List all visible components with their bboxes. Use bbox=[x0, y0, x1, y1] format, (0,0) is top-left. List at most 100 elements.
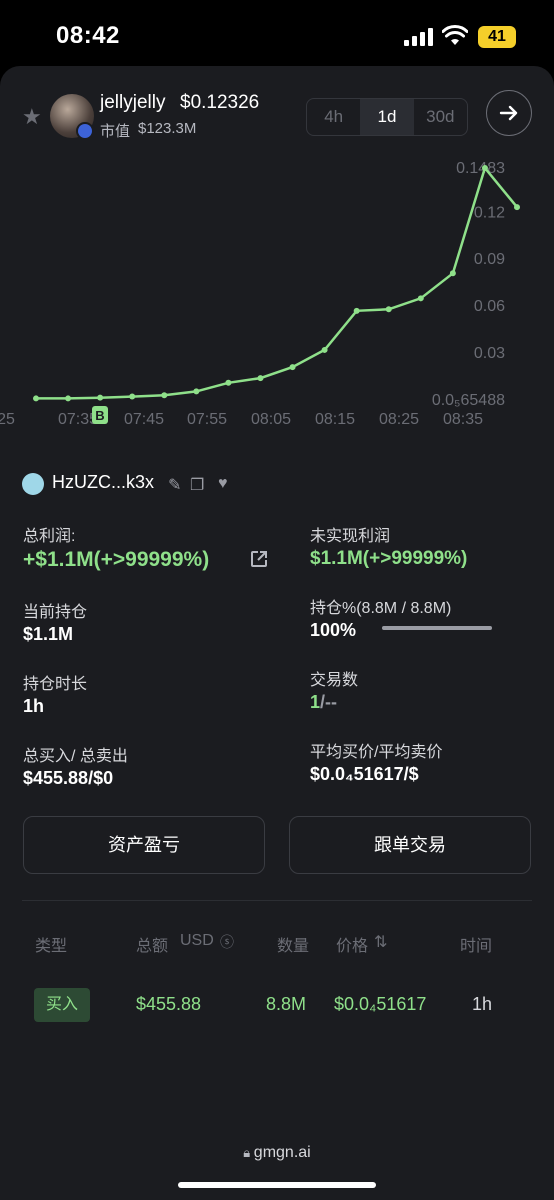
wallet-detail-card: ★ jellyjelly $0.12326 市值 $123.3M 4h 1d 3… bbox=[0, 66, 554, 1128]
y-tick-label: 0.12 bbox=[474, 204, 505, 221]
trade-total: $455.88 bbox=[136, 994, 202, 1014]
x-tick-label: 08:05 bbox=[251, 411, 291, 428]
price-point bbox=[385, 306, 392, 313]
price-point bbox=[33, 395, 39, 402]
svg-text:B: B bbox=[95, 408, 104, 423]
cellular-signal-icon bbox=[404, 28, 433, 46]
battery-level: 41 bbox=[488, 28, 506, 45]
heart-icon[interactable]: ♥ bbox=[218, 475, 228, 493]
status-bar: 08:42 41 bbox=[0, 0, 554, 64]
timeframe-selector: 4h 1d 30d bbox=[306, 98, 468, 136]
currency-switch-icon[interactable]: ⓢ bbox=[220, 932, 234, 952]
trade-time: 1h bbox=[472, 994, 493, 1014]
buy-sell-value: $455.88/$0 bbox=[23, 768, 114, 788]
x-tick-label: 08:35 bbox=[443, 411, 483, 428]
copy-icon[interactable]: ❐ bbox=[190, 475, 204, 495]
col-total: 总额 bbox=[136, 938, 169, 955]
col-usd-toggle[interactable]: USD bbox=[180, 932, 214, 950]
trades-sell-count: /-- bbox=[320, 692, 338, 712]
price-line bbox=[36, 165, 518, 400]
sort-icon[interactable]: ⇅ bbox=[374, 932, 387, 952]
unrealized-profit-value: $1.1M(+>99999%) bbox=[310, 548, 468, 569]
timeframe-4h[interactable]: 4h bbox=[307, 99, 360, 135]
price-chart[interactable]: 0.14830.120.090.060.030.0₅6548825 07:35 07… bbox=[0, 162, 554, 444]
home-indicator[interactable] bbox=[178, 1182, 376, 1188]
trader-avatar bbox=[22, 473, 44, 495]
favorite-star-icon[interactable]: ★ bbox=[22, 106, 44, 128]
y-tick-label: 0.1483 bbox=[456, 162, 505, 177]
trade-type-badge: 买入 bbox=[34, 988, 90, 1022]
price-point bbox=[257, 375, 264, 382]
trades-buy-count: 1 bbox=[310, 692, 321, 712]
total-profit-label: 总利润: bbox=[23, 528, 76, 545]
token-name[interactable]: jellyjelly bbox=[100, 92, 165, 114]
price-point bbox=[225, 379, 232, 386]
buy-sell-label: 总买入/ 总卖出 bbox=[23, 748, 128, 765]
y-tick-label: 0.03 bbox=[474, 345, 505, 362]
price-point bbox=[97, 394, 104, 401]
avg-price-label: 平均买价/平均卖价 bbox=[310, 744, 443, 761]
x-tick-label: 25 bbox=[0, 411, 15, 428]
holding-progress-bar bbox=[382, 626, 492, 630]
timeframe-1d[interactable]: 1d bbox=[360, 99, 414, 135]
trades-label: 交易数 bbox=[310, 672, 359, 689]
price-point bbox=[65, 395, 72, 402]
wifi-icon bbox=[442, 25, 468, 45]
timeframe-30d[interactable]: 30d bbox=[414, 99, 467, 135]
chain-badge-icon bbox=[76, 122, 94, 140]
price-point bbox=[321, 346, 328, 353]
unrealized-profit-label: 未实现利润 bbox=[310, 528, 391, 545]
arrow-right-icon bbox=[499, 105, 518, 121]
url-text: gmgn.ai bbox=[253, 1144, 311, 1161]
price-point bbox=[353, 307, 360, 314]
y-tick-label: 0.09 bbox=[474, 251, 505, 268]
price-point bbox=[161, 392, 168, 399]
clock: 08:42 bbox=[56, 22, 120, 49]
trader-address[interactable]: HzUZC...k3x bbox=[52, 472, 154, 493]
trade-price: $0.0₄51617 bbox=[334, 994, 427, 1014]
position-value: $1.1M bbox=[23, 624, 74, 644]
duration-label: 持仓时长 bbox=[23, 676, 88, 693]
token-header: ★ jellyjelly $0.12326 市值 $123.3M 4h 1d 3… bbox=[0, 86, 554, 146]
position-label: 当前持仓 bbox=[23, 604, 88, 621]
price-point bbox=[289, 364, 296, 371]
buy-marker[interactable]: B bbox=[92, 406, 108, 424]
edit-icon[interactable]: ✎ bbox=[168, 475, 181, 495]
x-tick-label: 07:55 bbox=[187, 411, 227, 428]
avg-price-value: $0.0₄51617/$ bbox=[310, 764, 419, 784]
holding-pct-value: 100% bbox=[310, 620, 357, 640]
col-price: 价格 bbox=[336, 938, 369, 955]
col-type: 类型 bbox=[35, 938, 68, 955]
pnl-button[interactable]: 资产盈亏 bbox=[23, 816, 265, 874]
external-link-icon[interactable] bbox=[250, 550, 268, 568]
open-token-button[interactable] bbox=[486, 90, 532, 136]
market-cap-value: $123.3M bbox=[138, 120, 197, 137]
price-point bbox=[417, 295, 424, 302]
x-tick-label: 07:45 bbox=[124, 411, 164, 428]
price-point bbox=[481, 165, 488, 171]
y-tick-label: 0.06 bbox=[474, 298, 505, 315]
duration-value: 1h bbox=[23, 696, 45, 716]
token-price: $0.12326 bbox=[180, 92, 260, 113]
copy-trade-button[interactable]: 跟单交易 bbox=[289, 816, 531, 874]
col-time: 时间 bbox=[460, 938, 493, 955]
trades-value: 1/-- bbox=[310, 692, 337, 713]
price-point bbox=[449, 270, 456, 277]
market-cap-label: 市值 bbox=[100, 123, 131, 140]
price-point bbox=[514, 204, 520, 211]
col-qty: 数量 bbox=[277, 938, 310, 955]
x-tick-label: 08:25 bbox=[379, 411, 419, 428]
price-point bbox=[193, 388, 200, 395]
divider bbox=[22, 900, 532, 901]
holding-pct-label: 持仓%(8.8M / 8.8M) bbox=[310, 600, 452, 617]
x-tick-label: 08:15 bbox=[315, 411, 355, 428]
y-tick-label: 0.0₅65488 bbox=[432, 392, 505, 409]
price-point bbox=[129, 393, 136, 400]
url-field[interactable]: 🔒︎ gmgn.ai bbox=[0, 1144, 554, 1162]
browser-bar: 🔒︎ gmgn.ai bbox=[0, 1128, 554, 1200]
trader-row: HzUZC...k3x ✎ ❐ ♥ bbox=[22, 470, 422, 500]
trade-qty: 8.8M bbox=[266, 994, 307, 1014]
lock-icon: 🔒︎ bbox=[243, 1145, 254, 1160]
battery-icon: 41 bbox=[478, 26, 516, 48]
total-profit-value: +$1.1M(+>99999%) bbox=[23, 548, 210, 571]
